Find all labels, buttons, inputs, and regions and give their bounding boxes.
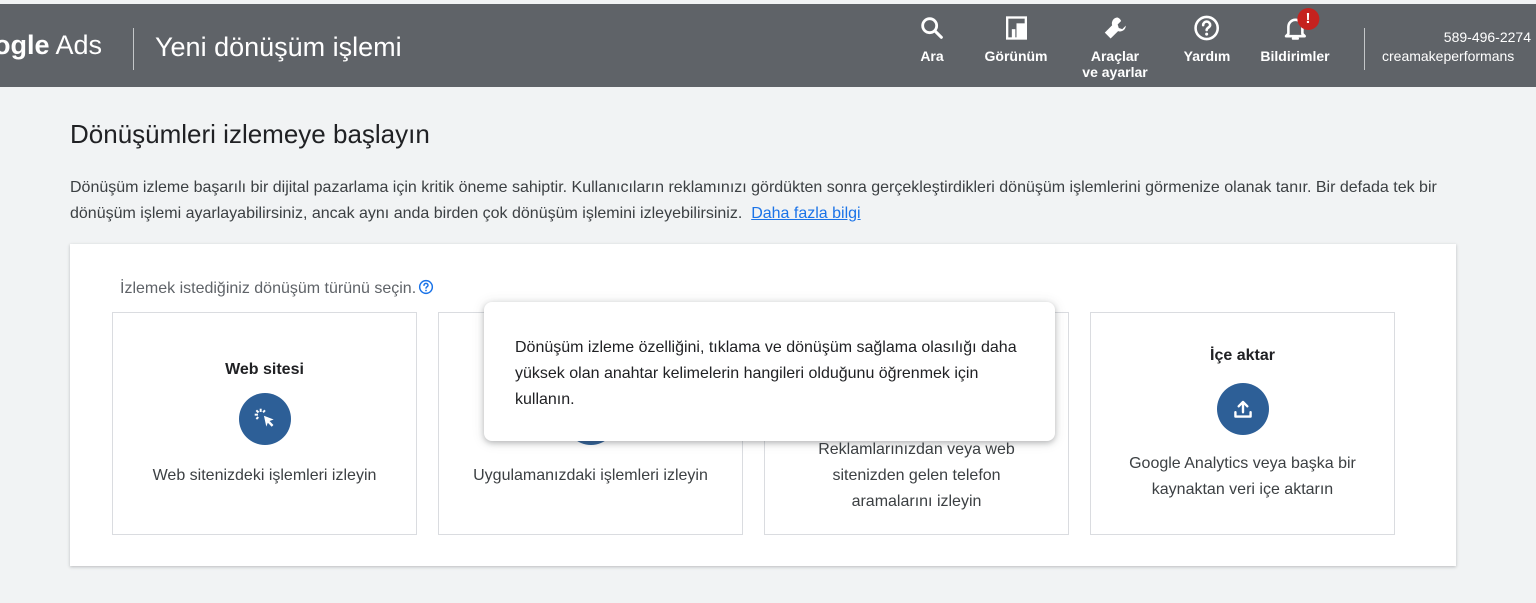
google-ads-logo[interactable]: ogle Ads [0, 30, 102, 61]
option-title: İçe aktar [1210, 347, 1275, 364]
prompt-text: İzlemek istediğiniz dönüşüm türünü seçin… [120, 280, 417, 297]
learn-more-link[interactable]: Daha fazla bilgi [751, 205, 860, 222]
option-description: Reklamlarınızdan veya web sitenizden gel… [818, 441, 1015, 510]
search-label: Ara [920, 48, 944, 64]
notification-badge: ! [1297, 8, 1319, 30]
help-button[interactable]: Yardım [1183, 14, 1231, 64]
appearance-label: Görünüm [984, 48, 1048, 64]
top-bar: ogle Ads Yeni dönüşüm işlemi Ara Görünüm… [0, 4, 1536, 87]
intro-description: Dönüşüm izleme başarılı bir dijital paza… [70, 175, 1480, 227]
wrench-icon [1104, 17, 1126, 39]
search-button[interactable]: Ara [918, 14, 946, 64]
conversion-type-prompt: İzlemek istediğiniz dönüşüm türünü seçin… [120, 279, 434, 298]
help-icon [1194, 15, 1220, 41]
help-tooltip: Dönüşüm izleme özelliğini, tıklama ve dö… [484, 302, 1055, 441]
search-icon [921, 17, 943, 39]
tools-settings-button[interactable]: Araçlar ve ayarlar [1082, 14, 1148, 80]
cursor-click-icon [254, 408, 274, 427]
notifications-label: Bildirimler [1260, 48, 1330, 64]
tools-settings-label: Araçlar ve ayarlar [1082, 48, 1148, 80]
help-circle-icon[interactable] [418, 279, 434, 295]
main-heading: Dönüşümleri izlemeye başlayın [70, 119, 430, 149]
option-title: Web sitesi [225, 361, 304, 378]
header-divider [133, 28, 134, 70]
brand-part2: Ads [49, 30, 103, 60]
brand-part1: ogle [0, 30, 50, 60]
account-id: 589-496-2274 Pa [1443, 29, 1536, 45]
option-description: Google Analytics veya başka bir kaynakta… [1129, 455, 1356, 498]
option-website[interactable]: Web sitesi Web sitenizdeki işlemleri izl… [112, 312, 417, 535]
header-divider [1364, 28, 1365, 70]
account-switcher[interactable]: 589-496-2274 Pa creamakeperformans [1382, 28, 1536, 66]
appearance-button[interactable]: Görünüm [985, 14, 1048, 64]
option-import[interactable]: İçe aktar Google Analytics veya başka bi… [1090, 312, 1395, 535]
option-description: Web sitenizdeki işlemleri izleyin [152, 467, 377, 484]
upload-icon [1233, 400, 1252, 418]
page-title: Yeni dönüşüm işlemi [155, 32, 402, 62]
notifications-button[interactable]: ! Bildirimler [1260, 8, 1330, 64]
option-icon-circle [238, 393, 291, 445]
option-description: Uygulamanızdaki işlemleri izleyin [473, 467, 708, 484]
help-label: Yardım [1183, 48, 1231, 64]
appearance-icon [1005, 16, 1027, 40]
option-icon-circle [1216, 383, 1269, 435]
account-name: creamakeperformans [1382, 48, 1515, 64]
